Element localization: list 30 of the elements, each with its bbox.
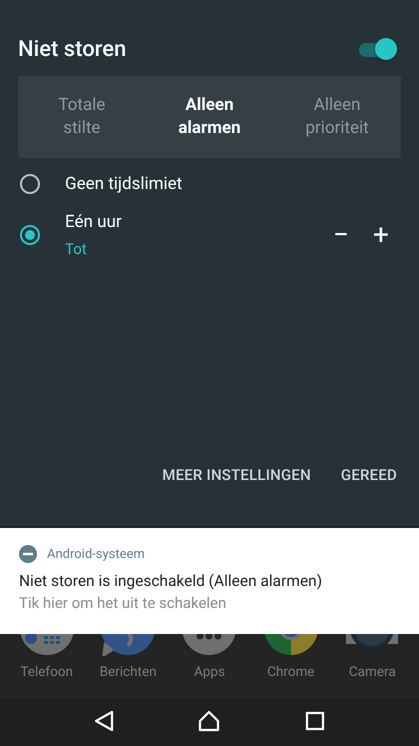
browser-app-icon[interactable] [262,634,319,656]
decrease-button[interactable]: − [321,220,361,250]
back-icon[interactable] [94,710,114,732]
app-label[interactable]: Chrome [267,664,315,680]
app-label[interactable]: Telefoon [20,664,73,680]
radio-button[interactable] [20,225,40,245]
app-name: Android-systeem [47,546,145,562]
phone-app-icon[interactable] [18,634,75,656]
radio-button[interactable] [20,174,40,194]
mode-tab[interactable]: Totale stilte [58,94,106,140]
app-label[interactable]: Berichten [100,664,157,680]
messages-app-icon[interactable] [100,634,156,656]
until-label: Tot [65,239,88,260]
more-settings-button[interactable]: MEER INSTELLINGEN [158,458,315,492]
recents-icon[interactable] [304,711,325,731]
mode-tab[interactable]: Alleen alarmen [178,94,241,140]
increase-button[interactable]: + [361,220,401,250]
home-icon[interactable] [198,710,220,732]
app-label[interactable]: Apps [194,664,225,680]
notification-title: Niet storen is ingeschakeld (Alleen alarmen) [19,572,324,590]
toggle-switch[interactable] [357,36,397,62]
apps-app-icon[interactable] [181,634,238,656]
notification-text: Tik hier om het uit te schakelen [19,594,228,612]
minus-circle-icon [19,545,37,563]
panel-title: Niet storen [18,36,126,62]
done-button[interactable]: GEREED [336,458,401,492]
duration-label: Geen tijdslimiet [65,173,184,196]
app-label[interactable]: Camera [348,664,396,680]
mode-tab[interactable]: Alleen prioriteit [306,94,369,140]
duration-label: Eén uur [65,211,123,234]
